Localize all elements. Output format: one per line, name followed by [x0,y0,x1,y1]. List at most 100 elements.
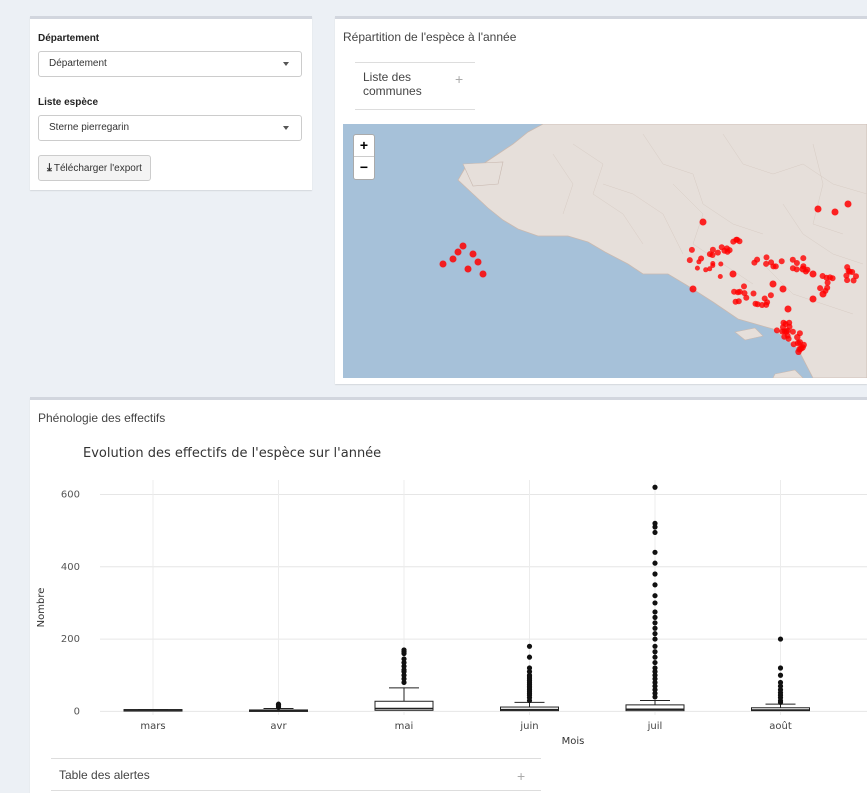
observation-point [809,270,817,278]
observation-point [763,260,770,267]
x-tick-label: avr [270,721,287,732]
y-axis-label: Nombre [36,588,47,628]
observation-point [710,263,716,268]
observation-point [469,250,477,258]
x-axis-label: Mois [562,736,585,747]
x-tick-label: mars [140,721,165,732]
phenology-chart[interactable]: Evolution des effectifs de l'espèce sur … [30,438,867,758]
outlier-point [652,614,658,620]
chart-title: Evolution des effectifs de l'espèce sur … [83,446,381,461]
observation-point [824,279,831,286]
observation-point [734,236,741,243]
observation-point [850,277,857,284]
observation-point [699,218,707,226]
outlier-point [652,643,658,649]
zoom-in-button[interactable]: + [354,135,374,157]
outlier-point [526,665,533,671]
observation-point [718,261,724,267]
observation-point [809,295,817,303]
observation-point [844,200,852,208]
observation-point [843,272,850,279]
observation-point [751,259,758,266]
x-tick-label: juil [647,721,663,732]
y-tick-label: 0 [74,706,80,717]
observation-point [459,242,467,250]
observation-point [464,265,472,273]
download-icon: ⤓ [47,162,52,174]
observation-point [731,288,738,295]
phenology-panel: Phénologie des effectifs Evolution des e… [30,397,867,793]
outlier-point [526,643,533,649]
chevron-down-icon [283,126,289,130]
observation-point [474,258,482,266]
observation-point [729,270,737,278]
observation-point [779,285,787,293]
outlier-point [777,636,784,642]
observation-point [789,265,796,272]
chevron-down-icon [283,62,289,66]
observation-point [786,319,793,326]
observation-point [449,255,457,263]
observation-point [769,280,777,288]
observation-point [686,257,693,264]
observation-point [817,285,824,292]
espece-select[interactable]: Sterne pierregarin [38,115,302,141]
box-mai [374,647,434,711]
outlier-point [652,571,658,577]
observation-point [831,208,839,216]
observation-point [763,301,770,308]
observation-point [703,267,709,273]
observation-point [763,254,770,261]
departement-label: Département [38,33,100,44]
observation-point [814,205,822,213]
download-export-button[interactable]: ⤓ Télécharger l'export [38,155,151,181]
outlier-point [777,665,784,671]
observation-point [454,248,462,256]
alerts-accordion[interactable]: Table des alertes + [51,758,541,791]
observation-point [789,328,796,335]
observation-point [754,301,761,308]
outlier-point [652,620,658,626]
espece-select-value: Sterne pierregarin [49,122,130,133]
departement-select[interactable]: Département [38,51,302,77]
outlier-point [652,520,658,526]
zoom-out-button[interactable]: − [354,157,374,179]
outlier-point [652,609,658,615]
mainland-shape [457,124,867,378]
map-canvas[interactable] [343,124,867,378]
communes-accordion[interactable]: Liste des communes + [355,62,475,110]
x-tick-label: août [769,720,792,732]
outlier-point [777,679,784,686]
departement-select-value: Département [49,58,107,69]
observation-point [732,298,739,305]
phenology-panel-title: Phénologie des effectifs [38,411,166,425]
island-shape [772,369,804,378]
y-tick-label: 600 [61,489,80,500]
outlier-point [652,593,658,599]
outlier-point [652,549,658,555]
observation-point [784,327,791,334]
observation-point [726,247,733,254]
observation-point [773,327,780,334]
observation-point [800,263,807,270]
outlier-point [652,654,658,660]
outlier-point [526,654,533,660]
outlier-point [401,656,407,662]
observation-point [439,260,447,268]
outlier-point [652,649,658,655]
outlier-point [652,582,658,588]
filters-panel: Département Département Liste espèce Ste… [30,16,312,190]
x-tick-label: mai [395,721,414,732]
observation-point [799,344,806,351]
box-mars [123,709,183,712]
observation-point [767,292,774,299]
observation-point [694,265,700,271]
y-tick-label: 200 [61,634,80,645]
map[interactable]: + − [343,124,867,378]
observation-point [709,246,716,253]
zoom-control: + − [353,134,375,180]
box-avr [249,701,308,712]
communes-accordion-label: Liste des communes [363,70,422,98]
observation-point [696,259,702,265]
outlier-point [652,529,658,536]
